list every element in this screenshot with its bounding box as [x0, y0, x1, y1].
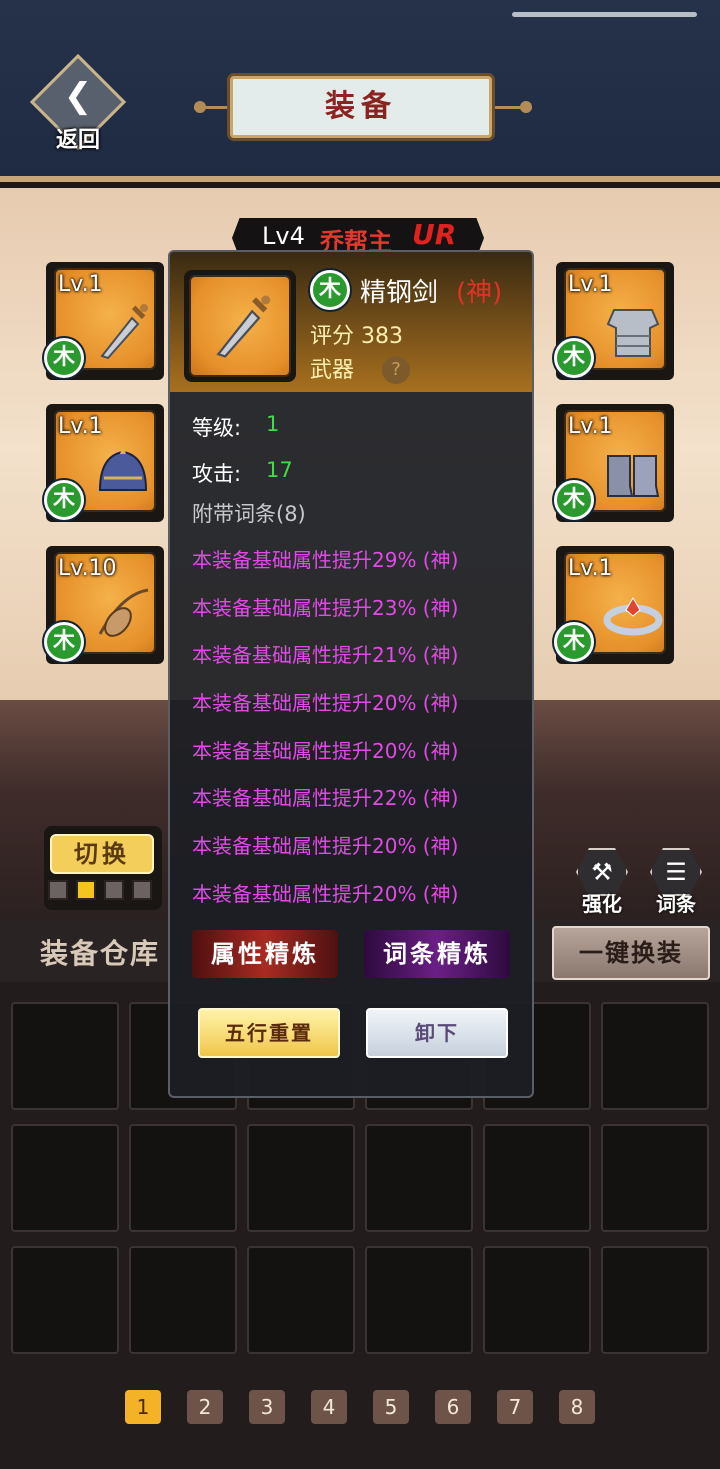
enhance-label: 强化 — [582, 892, 622, 916]
affix-line: 本装备基础属性提升20% (神) — [192, 739, 459, 763]
item-rank: (神) — [456, 278, 503, 308]
equip-slot-amulet[interactable]: Lv.10 木 — [44, 546, 164, 664]
element-reset-button[interactable]: 五行重置 — [198, 1008, 340, 1058]
affix-line: 本装备基础属性提升20% (神) — [192, 691, 459, 715]
affix-line: 本装备基础属性提升29% (神) — [192, 548, 459, 572]
title-ornament-left — [194, 100, 234, 116]
affix-label: 词条 — [656, 892, 696, 916]
level-label: 等级: — [192, 416, 242, 440]
page-button-3[interactable]: 3 — [249, 1390, 285, 1424]
inventory-cell[interactable] — [365, 1124, 473, 1232]
item-name: 精钢剑 — [360, 278, 439, 308]
status-bar-indicator — [512, 12, 697, 17]
armor-icon — [606, 309, 660, 357]
inventory-cell[interactable] — [365, 1246, 473, 1354]
inventory-cell[interactable] — [247, 1246, 355, 1354]
hero-level: Lv4 — [262, 222, 305, 250]
title-ornament-right — [492, 100, 532, 116]
slot-level: Lv.1 — [568, 414, 613, 439]
switch-button[interactable]: 切换 — [50, 834, 154, 874]
inventory-cell[interactable] — [129, 1124, 237, 1232]
item-icon-frame — [184, 270, 296, 382]
attribute-refine-button[interactable]: 属性精炼 — [192, 930, 338, 978]
page-button-6[interactable]: 6 — [435, 1390, 471, 1424]
inventory-cell[interactable] — [247, 1124, 355, 1232]
affix-button[interactable]: ☰ 词条 — [648, 848, 704, 916]
boots-icon — [607, 455, 660, 497]
inventory-cell[interactable] — [11, 1002, 119, 1110]
wood-element-icon: 木 — [44, 480, 84, 520]
affix-line: 本装备基础属性提升20% (神) — [192, 882, 459, 906]
amulet-icon — [98, 588, 149, 637]
slot-level: Lv.1 — [568, 556, 613, 581]
loadout-dot-4[interactable] — [132, 880, 152, 900]
one-key-equip-button[interactable]: 一键换装 — [552, 926, 710, 980]
slot-level: Lv.1 — [58, 272, 103, 297]
affix-line: 本装备基础属性提升21% (神) — [192, 643, 459, 667]
sword-icon — [216, 295, 271, 358]
loadout-dot-2[interactable] — [76, 880, 96, 900]
wood-element-icon: 木 — [310, 270, 350, 310]
affix-line: 本装备基础属性提升20% (神) — [192, 834, 459, 858]
page-button-2[interactable]: 2 — [187, 1390, 223, 1424]
inventory-cell[interactable] — [11, 1124, 119, 1232]
wood-element-icon: 木 — [554, 622, 594, 662]
item-type: 武器 — [310, 358, 355, 383]
wood-element-icon: 木 — [44, 622, 84, 662]
affix-line: 本装备基础属性提升23% (神) — [192, 596, 459, 620]
inventory-cell[interactable] — [11, 1246, 119, 1354]
wood-element-icon: 木 — [554, 338, 594, 378]
page-button-7[interactable]: 7 — [497, 1390, 533, 1424]
unequip-button[interactable]: 卸下 — [366, 1008, 508, 1058]
item-detail-popup: 木 精钢剑 (神) 评分 383 武器 ? 等级: 1 攻击: 17 附带词条(… — [168, 250, 534, 1098]
sword-icon — [100, 304, 148, 360]
equip-slot-helmet[interactable]: Lv.1 木 — [44, 404, 164, 522]
title-plaque: 装备 — [230, 76, 492, 138]
ring-icon — [603, 597, 663, 636]
back-label: 返回 — [55, 128, 100, 153]
enhance-button[interactable]: ⚒ 强化 — [574, 848, 630, 916]
loadout-dot-3[interactable] — [104, 880, 124, 900]
back-arrow-icon: ❮ — [63, 76, 93, 116]
page-title: 装备 — [325, 89, 397, 124]
hero-rank-badge: UR — [412, 218, 457, 251]
slot-level: Lv.10 — [58, 556, 117, 581]
helmet-icon — [98, 446, 148, 491]
equip-slot-armor[interactable]: Lv.1 木 — [554, 262, 674, 380]
page-button-8[interactable]: 8 — [559, 1390, 595, 1424]
equip-slot-weapon[interactable]: Lv.1 木 — [44, 262, 164, 380]
equip-slot-ring[interactable]: Lv.1 木 — [554, 546, 674, 664]
wood-element-icon: 木 — [554, 480, 594, 520]
inventory-cell[interactable] — [483, 1124, 591, 1232]
page-button-5[interactable]: 5 — [373, 1390, 409, 1424]
wood-element-icon: 木 — [44, 338, 84, 378]
affix-header: 附带词条(8) — [192, 502, 306, 526]
inventory-cell[interactable] — [129, 1246, 237, 1354]
slot-level: Lv.1 — [568, 272, 613, 297]
inventory-cell[interactable] — [483, 1246, 591, 1354]
warehouse-title: 装备仓库 — [40, 937, 161, 970]
attack-label: 攻击: — [192, 462, 242, 486]
level-value: 1 — [266, 412, 280, 436]
slot-level: Lv.1 — [58, 414, 103, 439]
inventory-cell[interactable] — [601, 1246, 709, 1354]
equip-slot-boots[interactable]: Lv.1 木 — [554, 404, 674, 522]
affix-line: 本装备基础属性提升22% (神) — [192, 786, 459, 810]
loadout-dot-1[interactable] — [48, 880, 68, 900]
inventory-cell[interactable] — [601, 1002, 709, 1110]
top-header: ❮ 返回 装备 — [0, 0, 720, 182]
affix-refine-button[interactable]: 词条精炼 — [364, 930, 510, 978]
back-button[interactable]: ❮ 返回 — [29, 53, 127, 156]
help-icon[interactable]: ? — [382, 356, 410, 384]
page-button-4[interactable]: 4 — [311, 1390, 347, 1424]
attack-value: 17 — [266, 458, 293, 482]
inventory-cell[interactable] — [601, 1124, 709, 1232]
page-button-1[interactable]: 1 — [125, 1390, 161, 1424]
item-score: 评分 383 — [310, 324, 403, 349]
